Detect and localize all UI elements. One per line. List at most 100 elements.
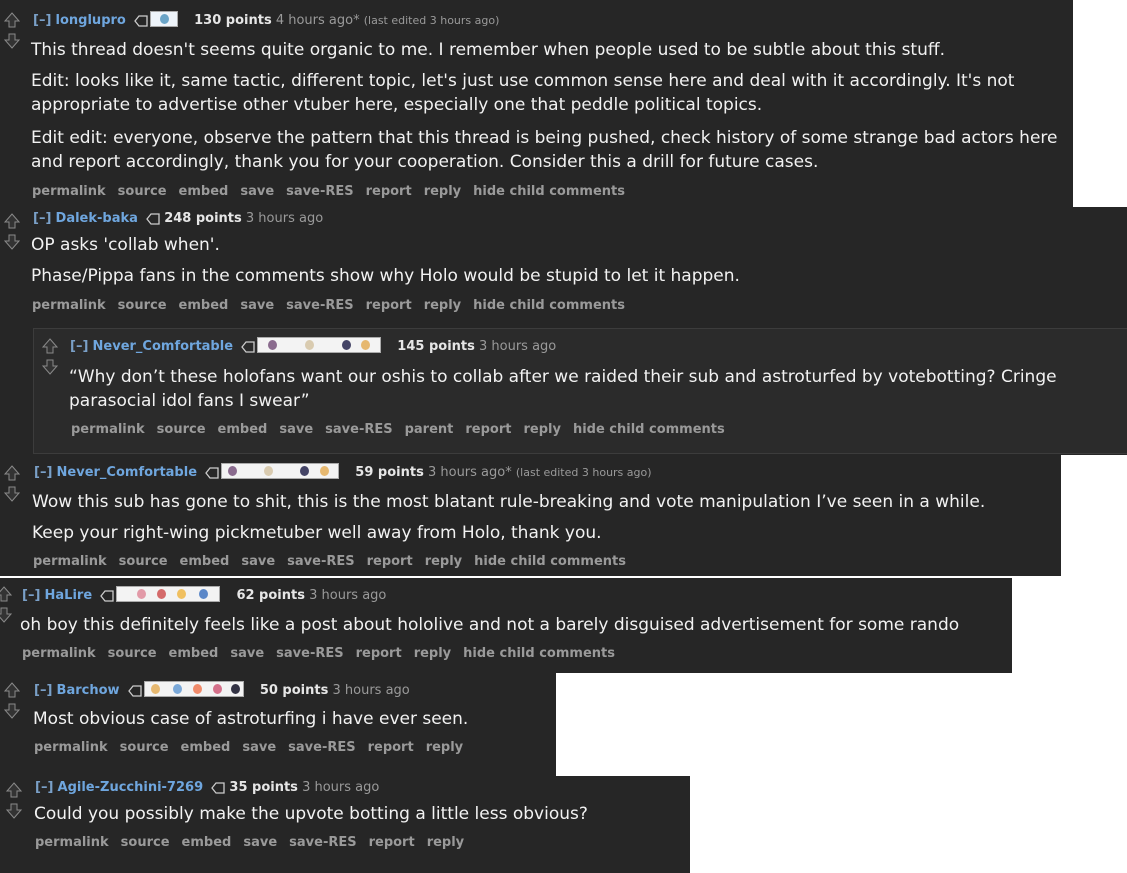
- reply-button[interactable]: reply: [424, 184, 461, 199]
- username-link[interactable]: Never_Comfortable: [57, 465, 197, 480]
- comment: [–] Never_Comfortable 59 points 3 hours …: [0, 455, 1061, 576]
- collapse-toggle[interactable]: [–]: [33, 13, 51, 28]
- upvote-arrow-icon[interactable]: [4, 213, 24, 233]
- embed-button[interactable]: embed: [179, 184, 229, 199]
- source-button[interactable]: source: [108, 646, 157, 661]
- save-res-button[interactable]: save-RES: [286, 298, 353, 313]
- embed-button[interactable]: embed: [169, 646, 219, 661]
- embed-button[interactable]: embed: [179, 298, 229, 313]
- save-res-button[interactable]: save-RES: [325, 422, 392, 437]
- username-link[interactable]: Dalek-baka: [56, 211, 138, 226]
- reply-button[interactable]: reply: [414, 646, 451, 661]
- comment-body: Could you possibly make the upvote botti…: [34, 802, 684, 826]
- username-link[interactable]: Agile-Zucchini-7269: [58, 780, 204, 795]
- upvote-arrow-icon[interactable]: [4, 682, 24, 702]
- permalink-button[interactable]: permalink: [71, 422, 145, 437]
- embed-button[interactable]: embed: [181, 740, 231, 755]
- comment-paragraph: Keep your right-wing pickmetuber well aw…: [32, 523, 602, 543]
- collapse-toggle[interactable]: [–]: [35, 780, 53, 795]
- hide-child-comments-button[interactable]: hide child comments: [473, 184, 625, 199]
- permalink-button[interactable]: permalink: [35, 835, 109, 850]
- username-link[interactable]: Never_Comfortable: [93, 339, 233, 354]
- embed-button[interactable]: embed: [180, 554, 230, 569]
- hide-child-comments-button[interactable]: hide child comments: [463, 646, 615, 661]
- report-button[interactable]: report: [367, 554, 413, 569]
- report-button[interactable]: report: [369, 835, 415, 850]
- reply-button[interactable]: reply: [425, 554, 462, 569]
- score: 248 points: [164, 211, 242, 226]
- hide-child-comments-button[interactable]: hide child comments: [473, 298, 625, 313]
- comment-body: oh boy this definitely feels like a post…: [20, 613, 1010, 637]
- save-button[interactable]: save: [240, 184, 274, 199]
- save-button[interactable]: save: [243, 835, 277, 850]
- downvote-arrow-icon[interactable]: [4, 486, 24, 506]
- collapse-toggle[interactable]: [–]: [34, 465, 52, 480]
- save-res-button[interactable]: save-RES: [286, 184, 353, 199]
- username-link[interactable]: HaLire: [45, 588, 93, 603]
- report-button[interactable]: report: [368, 740, 414, 755]
- save-res-button[interactable]: save-RES: [288, 740, 355, 755]
- hide-child-comments-button[interactable]: hide child comments: [474, 554, 626, 569]
- downvote-arrow-icon[interactable]: [0, 607, 16, 627]
- upvote-arrow-icon[interactable]: [4, 12, 24, 32]
- comment-paragraph: “Why don’t these holofans want our oshis…: [69, 367, 1057, 411]
- reply-button[interactable]: reply: [426, 740, 463, 755]
- username-link[interactable]: longlupro: [56, 13, 126, 28]
- save-res-button[interactable]: save-RES: [289, 835, 356, 850]
- flair-tag-icon: [205, 467, 219, 479]
- comment-body: This thread doesn't seems quite organic …: [31, 38, 1061, 174]
- permalink-button[interactable]: permalink: [33, 554, 107, 569]
- flair-tag-icon: [100, 590, 114, 602]
- timestamp: 4 hours ago*: [275, 13, 360, 28]
- embed-button[interactable]: embed: [182, 835, 232, 850]
- upvote-arrow-icon[interactable]: [4, 465, 24, 485]
- score: 35 points: [229, 780, 298, 795]
- collapse-toggle[interactable]: [–]: [70, 339, 88, 354]
- downvote-arrow-icon[interactable]: [42, 359, 62, 379]
- report-button[interactable]: report: [366, 184, 412, 199]
- save-res-button[interactable]: save-RES: [276, 646, 343, 661]
- upvote-arrow-icon[interactable]: [42, 338, 62, 358]
- username-link[interactable]: Barchow: [57, 683, 120, 698]
- downvote-arrow-icon[interactable]: [4, 703, 24, 723]
- reply-button[interactable]: reply: [424, 298, 461, 313]
- report-button[interactable]: report: [465, 422, 511, 437]
- embed-button[interactable]: embed: [218, 422, 268, 437]
- collapse-toggle[interactable]: [–]: [33, 211, 51, 226]
- parent-button[interactable]: parent: [405, 422, 454, 437]
- source-button[interactable]: source: [118, 298, 167, 313]
- source-button[interactable]: source: [157, 422, 206, 437]
- source-button[interactable]: source: [120, 740, 169, 755]
- save-res-button[interactable]: save-RES: [287, 554, 354, 569]
- source-button[interactable]: source: [119, 554, 168, 569]
- comment-tagline: [–] Barchow 50 points 3 hours ago: [34, 681, 410, 699]
- edited-note: (last edited 3 hours ago): [515, 466, 652, 479]
- save-button[interactable]: save: [242, 740, 276, 755]
- report-button[interactable]: report: [366, 298, 412, 313]
- upvote-arrow-icon[interactable]: [6, 782, 26, 802]
- comment-paragraph: Could you possibly make the upvote botti…: [34, 804, 588, 824]
- permalink-button[interactable]: permalink: [32, 184, 106, 199]
- save-button[interactable]: save: [241, 554, 275, 569]
- report-button[interactable]: report: [356, 646, 402, 661]
- source-button[interactable]: source: [121, 835, 170, 850]
- hide-child-comments-button[interactable]: hide child comments: [573, 422, 725, 437]
- reply-button[interactable]: reply: [427, 835, 464, 850]
- downvote-arrow-icon[interactable]: [6, 803, 26, 823]
- save-button[interactable]: save: [230, 646, 264, 661]
- score: 145 points: [397, 339, 475, 354]
- downvote-arrow-icon[interactable]: [4, 33, 24, 53]
- save-button[interactable]: save: [279, 422, 313, 437]
- permalink-button[interactable]: permalink: [32, 298, 106, 313]
- comment-actions: permalink source embed save save-RES report re…: [35, 835, 476, 850]
- downvote-arrow-icon[interactable]: [4, 234, 24, 254]
- upvote-arrow-icon[interactable]: [0, 586, 16, 606]
- comment: [–] Agile-Zucchini-7269 35 points 3 hour…: [0, 776, 690, 873]
- permalink-button[interactable]: permalink: [22, 646, 96, 661]
- collapse-toggle[interactable]: [–]: [22, 588, 40, 603]
- reply-button[interactable]: reply: [523, 422, 560, 437]
- permalink-button[interactable]: permalink: [34, 740, 108, 755]
- collapse-toggle[interactable]: [–]: [34, 683, 52, 698]
- save-button[interactable]: save: [240, 298, 274, 313]
- source-button[interactable]: source: [118, 184, 167, 199]
